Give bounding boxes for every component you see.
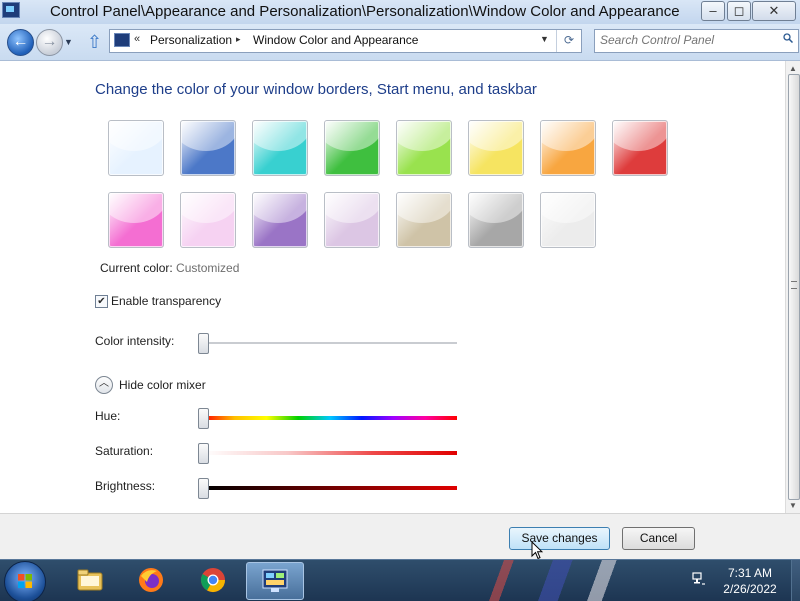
saturation-slider-thumb[interactable]	[198, 443, 209, 464]
taskbar-explorer[interactable]	[62, 562, 118, 598]
color-swatch-ruby[interactable]	[612, 120, 668, 176]
close-button[interactable]: ✕	[752, 1, 796, 21]
transparency-checkbox[interactable]: ✔	[95, 295, 108, 308]
color-swatch-leaf[interactable]	[324, 120, 380, 176]
saturation-track[interactable]	[203, 451, 457, 455]
color-swatch-blush[interactable]	[180, 192, 236, 248]
color-intensity-label: Color intensity:	[95, 334, 175, 348]
mouse-cursor-icon	[531, 541, 543, 560]
maximize-button[interactable]: ◻	[727, 1, 751, 21]
taskbar-chrome[interactable]	[185, 562, 241, 598]
current-color-label: Current color:	[100, 261, 173, 275]
control-panel-icon	[114, 33, 130, 47]
address-bar[interactable]: « Personalization ▸ Window Color and App…	[109, 29, 582, 53]
color-swatch-pumpkin[interactable]	[468, 120, 524, 176]
breadcrumb-personalization[interactable]: Personalization	[150, 33, 232, 47]
search-input[interactable]	[600, 33, 770, 47]
brightness-track[interactable]	[203, 486, 457, 490]
content-pane: Change the color of your window borders,…	[0, 61, 785, 513]
minimize-button[interactable]: –	[701, 1, 725, 21]
title-bar: Control Panel\Appearance and Personaliza…	[0, 0, 800, 24]
search-icon[interactable]	[783, 33, 793, 43]
start-button[interactable]	[4, 561, 46, 601]
show-desktop-button[interactable]	[791, 560, 800, 601]
brightness-label: Brightness:	[95, 479, 156, 493]
transparency-label: Enable transparency	[111, 294, 222, 308]
forward-button[interactable]: →	[36, 29, 63, 56]
color-swatch-fuchsia[interactable]	[108, 192, 164, 248]
cancel-button[interactable]: Cancel	[622, 527, 695, 550]
wallpaper-fragment	[455, 560, 685, 601]
scroll-up-icon[interactable]: ▲	[789, 64, 797, 73]
color-swatch-taupe[interactable]	[396, 192, 452, 248]
color-swatch-violet[interactable]	[252, 192, 308, 248]
button-bar: Save changes Cancel	[0, 513, 800, 560]
current-color: Current color: Customized	[100, 261, 239, 275]
brightness-slider-thumb[interactable]	[198, 478, 209, 499]
color-intensity-track[interactable]	[203, 342, 457, 344]
color-swatch-lime[interactable]	[396, 120, 452, 176]
save-changes-button[interactable]: Save changes	[509, 527, 610, 550]
color-swatch-sunset[interactable]	[540, 120, 596, 176]
color-swatch-sea[interactable]	[252, 120, 308, 176]
hue-label: Hue:	[95, 409, 121, 423]
breadcrumb-window-color[interactable]: Window Color and Appearance	[253, 33, 418, 47]
clock-time[interactable]: 7:31 AM	[715, 566, 785, 580]
saturation-label: Saturation:	[95, 444, 154, 458]
refresh-icon[interactable]: ⟳	[556, 30, 581, 52]
collapse-chevron-icon[interactable]: ︿	[95, 376, 113, 394]
clock-date[interactable]: 2/26/2022	[715, 582, 785, 596]
color-swatch-lavender[interactable]	[324, 192, 380, 248]
windows-logo-icon	[18, 574, 32, 588]
page-title: Change the color of your window borders,…	[95, 81, 537, 98]
chrome-icon	[200, 568, 225, 593]
back-button[interactable]: ←	[7, 29, 34, 56]
network-icon[interactable]	[692, 572, 706, 586]
taskbar: 7:31 AM 2/26/2022	[0, 559, 800, 601]
color-swatch-chocolate[interactable]	[468, 192, 524, 248]
scrollbar-grip-icon	[791, 281, 797, 289]
color-swatch-frost[interactable]	[540, 192, 596, 248]
current-color-value: Customized	[176, 261, 240, 275]
hide-color-mixer-label[interactable]: Hide color mixer	[119, 378, 206, 392]
color-intensity-slider-thumb[interactable]	[198, 333, 209, 354]
window-title: Control Panel\Appearance and Personaliza…	[50, 3, 680, 20]
breadcrumb-overflow-icon[interactable]: «	[134, 33, 140, 45]
address-dropdown-icon[interactable]: ▼	[540, 34, 549, 44]
color-swatch-sky[interactable]	[108, 120, 164, 176]
hue-track[interactable]	[203, 416, 457, 420]
folder-icon	[77, 569, 103, 591]
breadcrumb-separator-icon[interactable]: ▸	[236, 34, 241, 45]
color-swatch-twilight[interactable]	[180, 120, 236, 176]
scrollbar-thumb[interactable]	[788, 74, 800, 500]
hue-slider-thumb[interactable]	[198, 408, 209, 429]
control-panel-icon	[262, 569, 288, 592]
taskbar-firefox[interactable]	[123, 562, 179, 598]
firefox-icon	[139, 568, 163, 592]
vertical-scrollbar[interactable]: ▲ ▼	[785, 61, 800, 513]
up-arrow-icon[interactable]: ⇧	[87, 32, 102, 53]
scroll-down-icon[interactable]: ▼	[789, 501, 797, 510]
navigation-bar: ← → ▼ ⇧ « Personalization ▸ Window Color…	[0, 24, 800, 61]
taskbar-control-panel[interactable]	[246, 562, 304, 600]
recent-pages-icon[interactable]: ▼	[64, 37, 73, 47]
control-panel-icon	[2, 2, 20, 18]
search-box[interactable]	[594, 29, 799, 53]
